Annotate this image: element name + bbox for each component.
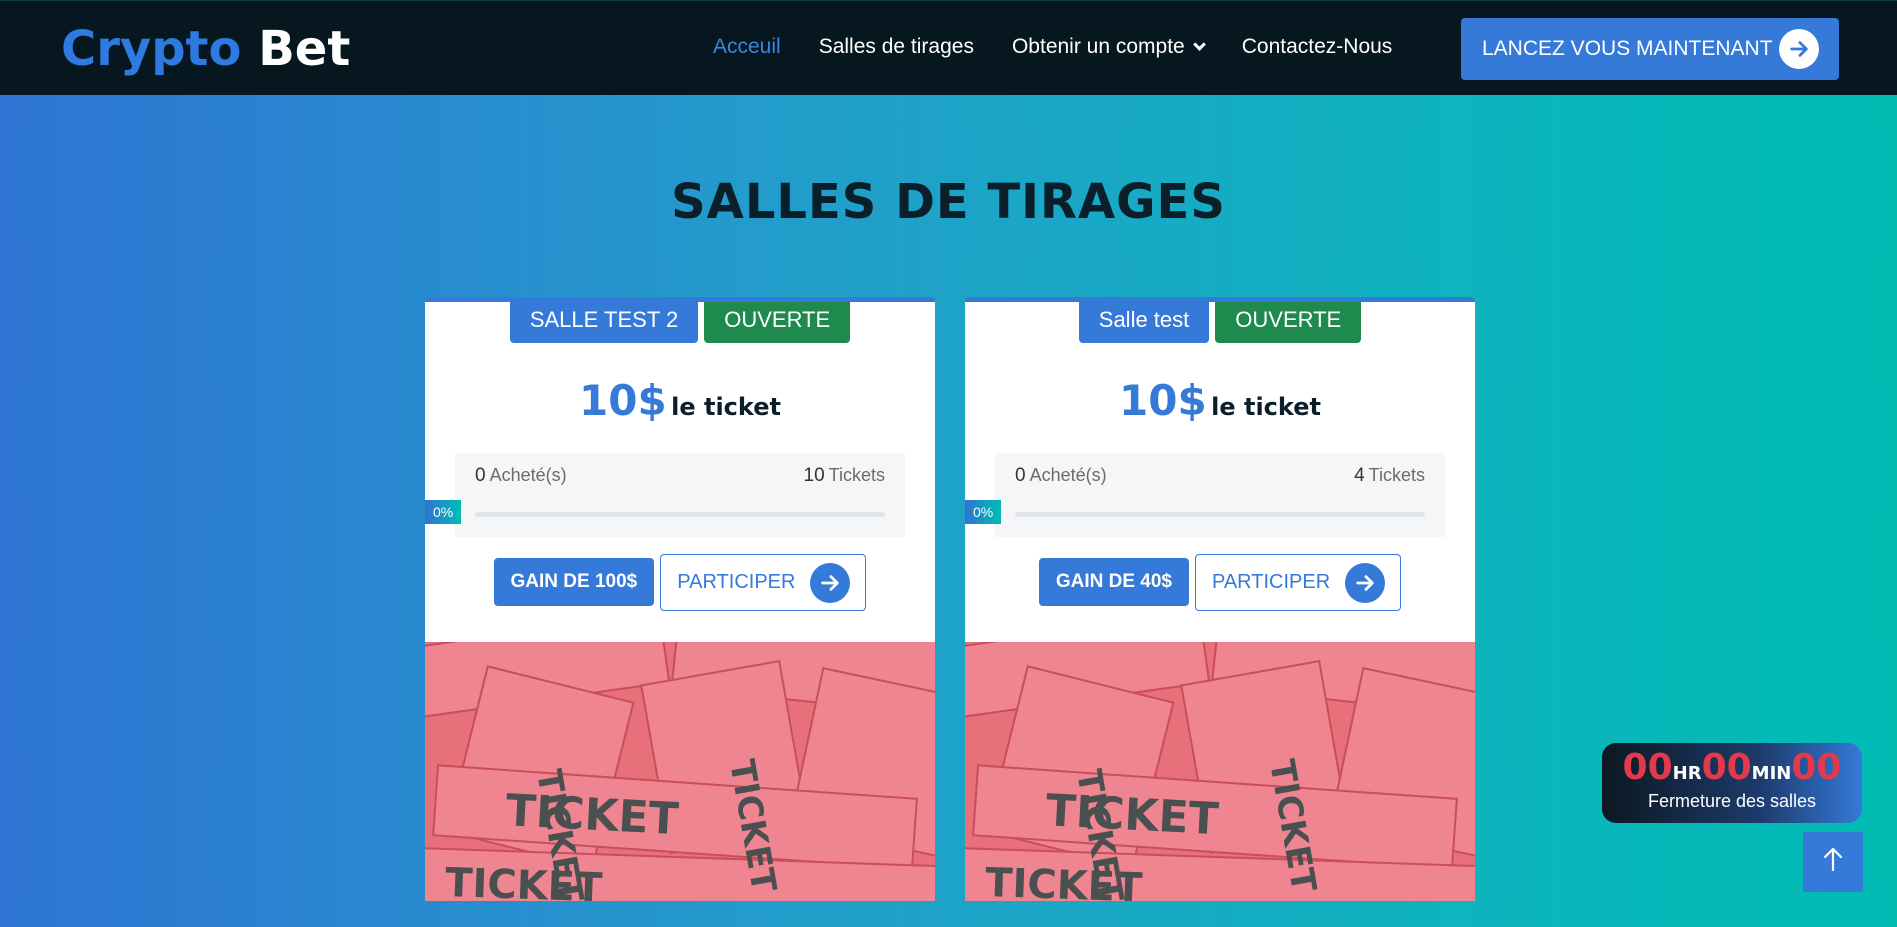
tickets-stat: 10 Tickets: [804, 465, 885, 487]
participer-label: PARTICIPER: [677, 571, 796, 593]
tickets-stat: 4 Tickets: [1354, 465, 1425, 487]
nav-item-obtenir-compte[interactable]: Obtenir un compte: [1011, 35, 1206, 59]
arrow-up-icon: [1822, 846, 1844, 879]
bought-label: Acheté(s): [489, 465, 567, 485]
navbar: Crypto Bet Acceuil Salles de tirages Obt…: [0, 0, 1897, 95]
bought-count: 0: [475, 465, 486, 486]
ticket-image-text: TICKET: [444, 860, 603, 901]
timer-hours-unit: HR: [1672, 763, 1702, 784]
gain-badge: GAIN DE 100$: [493, 558, 655, 606]
room-tags: Salle test OUVERTE: [965, 302, 1475, 343]
arrow-right-icon: [810, 562, 851, 603]
nav-item-salles[interactable]: Salles de tirages: [819, 35, 974, 59]
bought-stat: 0 Acheté(s): [1015, 465, 1107, 487]
ticket-image: TICKET TICKET TICKET TICKET: [425, 642, 935, 901]
room-card: Salle test OUVERTE 10$ le ticket 0 Acheté…: [965, 297, 1475, 901]
ticket-image: TICKET TICKET TICKET TICKET: [965, 642, 1475, 901]
price-unit: le ticket: [671, 393, 781, 421]
tickets-count: 10: [803, 465, 825, 486]
ticket-image-text: TICKET: [505, 785, 680, 845]
ticket-price: 10$ le ticket: [425, 376, 935, 425]
timer-hours: 00: [1622, 747, 1673, 788]
ticket-stats: 0 Acheté(s) 10 Tickets: [455, 453, 905, 537]
brand-part-2: Bet: [258, 21, 351, 77]
room-actions: GAIN DE 100$ PARTICIPER: [425, 554, 935, 611]
ticket-stats: 0 Acheté(s) 4 Tickets: [995, 453, 1445, 537]
chevron-down-icon: [1192, 38, 1206, 51]
room-tags: SALLE TEST 2 OUVERTE: [425, 302, 935, 343]
participer-button[interactable]: PARTICIPER: [1194, 554, 1402, 611]
timer-minutes: 00: [1701, 747, 1752, 788]
timer-minutes-unit: MIN: [1751, 763, 1792, 784]
timer-seconds: 00: [1791, 747, 1842, 788]
page-title: SALLES DE TIRAGES: [671, 174, 1226, 230]
tickets-label: Tickets: [828, 465, 885, 485]
price-amount: 10$: [579, 376, 667, 425]
progress-track: [475, 512, 885, 517]
progress-track: [1015, 512, 1425, 517]
countdown-digits: 00HR00MIN00: [1602, 747, 1862, 788]
participer-label: PARTICIPER: [1211, 571, 1331, 593]
bought-stat: 0 Acheté(s): [475, 465, 567, 487]
launch-now-button[interactable]: LANCEZ VOUS MAINTENANT: [1461, 18, 1839, 80]
room-name-badge: Salle test: [1078, 302, 1210, 343]
brand-logo[interactable]: Crypto Bet: [61, 19, 350, 79]
nav-item-contact[interactable]: Contactez-Nous: [1242, 35, 1393, 59]
arrow-right-icon: [1345, 562, 1386, 603]
status-badge: OUVERTE: [704, 302, 851, 343]
ticket-price: 10$ le ticket: [965, 376, 1475, 425]
main-nav: Acceuil Salles de tirages Obtenir un com…: [713, 35, 1430, 59]
ticket-image-text: TICKET: [1045, 785, 1220, 845]
room-card: SALLE TEST 2 OUVERTE 10$ le ticket 0 Ache…: [425, 297, 935, 901]
room-actions: GAIN DE 40$ PARTICIPER: [965, 554, 1475, 611]
bought-count: 0: [1015, 465, 1026, 486]
tickets-count: 4: [1354, 465, 1365, 486]
room-name-badge: SALLE TEST 2: [509, 302, 699, 343]
countdown-timer: 00HR00MIN00 Fermeture des salles: [1602, 743, 1862, 823]
gain-badge: GAIN DE 40$: [1038, 558, 1189, 606]
price-amount: 10$: [1119, 376, 1207, 425]
timer-caption: Fermeture des salles: [1647, 791, 1817, 811]
price-unit: le ticket: [1211, 393, 1321, 421]
participer-button[interactable]: PARTICIPER: [660, 554, 867, 611]
scroll-top-button[interactable]: [1803, 832, 1863, 892]
progress-badge: 0%: [425, 500, 462, 524]
tickets-label: Tickets: [1368, 465, 1425, 485]
arrow-right-icon: [1779, 29, 1819, 69]
progress-badge: 0%: [965, 500, 1002, 524]
launch-now-label: LANCEZ VOUS MAINTENANT: [1482, 37, 1773, 60]
ticket-image-text: TICKET: [984, 860, 1143, 901]
brand-part-1: Crypto: [61, 21, 242, 77]
status-badge: OUVERTE: [1215, 302, 1362, 343]
bought-label: Acheté(s): [1029, 465, 1107, 485]
nav-item-obtenir-compte-label: Obtenir un compte: [1011, 35, 1185, 58]
nav-item-acceuil[interactable]: Acceuil: [713, 35, 781, 59]
